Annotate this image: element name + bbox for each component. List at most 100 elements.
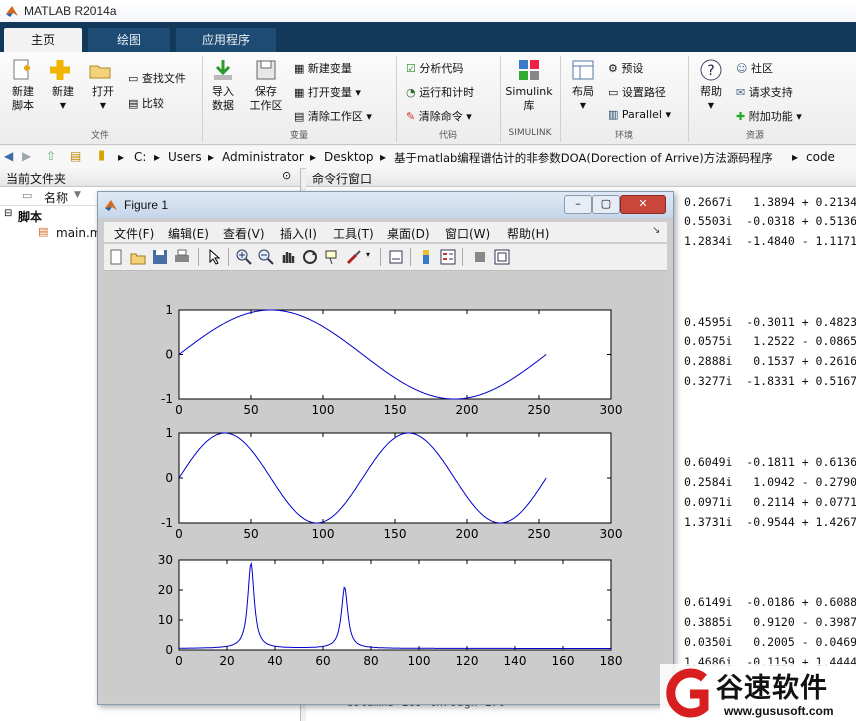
- axes-box: [178, 559, 612, 651]
- clear-commands-button[interactable]: ✎ 清除命令 ▾: [406, 108, 472, 124]
- x-tick-label: 300: [600, 527, 623, 541]
- plot-canvas[interactable]: 0 50 100 150 200 250 300-1010 50 100 150 200 250 300…: [104, 272, 667, 698]
- divider: [688, 56, 689, 142]
- set-path-button[interactable]: ▭ 设置路径: [608, 84, 666, 100]
- open-file-icon[interactable]: [130, 249, 146, 265]
- find-files-icon: ▭: [128, 72, 142, 85]
- path-segment-project[interactable]: 基于matlab编程谱估计的非参数DOA(Dorection of Arrive…: [394, 150, 773, 166]
- open-button[interactable]: 打开 ▼: [88, 58, 118, 113]
- print-icon[interactable]: [174, 249, 190, 265]
- new-figure-icon[interactable]: [108, 249, 124, 265]
- open-variable-label: 打开变量: [307, 86, 352, 99]
- brush-icon[interactable]: [346, 249, 362, 265]
- zoom-in-icon[interactable]: [236, 249, 252, 265]
- clear-commands-label: 清除命令: [418, 110, 463, 123]
- menu-help[interactable]: 帮助(H): [507, 225, 549, 242]
- compare-icon: ▤: [128, 97, 142, 110]
- path-segment-drive[interactable]: C:: [134, 150, 146, 164]
- tab-home[interactable]: 主页: [4, 28, 82, 52]
- link-plot-icon[interactable]: [388, 249, 404, 265]
- colorbar-icon[interactable]: [418, 249, 434, 265]
- save-icon[interactable]: [152, 249, 168, 265]
- open-variable-button[interactable]: ▦ 打开变量 ▾: [294, 84, 361, 100]
- path-segment-desktop[interactable]: Desktop: [324, 150, 374, 164]
- close-button[interactable]: ✕: [620, 195, 666, 214]
- hide-plot-tools-icon[interactable]: [472, 249, 488, 265]
- menu-window[interactable]: 窗口(W): [445, 225, 490, 242]
- run-and-time-button[interactable]: ◔ 运行和计时: [406, 84, 474, 100]
- find-files-button[interactable]: ▭ 查找文件: [128, 70, 186, 86]
- maximize-button[interactable]: ▢: [592, 195, 620, 214]
- data-cursor-icon[interactable]: [324, 249, 340, 265]
- divider: [560, 56, 561, 142]
- browse-folder-icon[interactable]: ▤: [70, 149, 81, 163]
- watermark-brand: 谷速软件: [716, 673, 828, 704]
- request-support-button[interactable]: ✉ 请求支持: [736, 84, 793, 100]
- path-separator: ▸: [118, 150, 125, 164]
- y-tick-label: 0: [165, 348, 173, 362]
- menu-tools[interactable]: 工具(T): [333, 225, 374, 242]
- figure-window[interactable]: Figure 1 – ▢ ✕ 文件(F) 编辑(E) 查看(V) 插入(I) 工…: [97, 191, 674, 705]
- x-tick-label: 80: [363, 654, 378, 668]
- compare-button[interactable]: ▤ 比较: [128, 95, 164, 111]
- toolbar-divider: [380, 248, 381, 266]
- y-tick-label: 30: [158, 553, 173, 567]
- figure-toolbar: ▾: [104, 244, 667, 271]
- new-variable-button[interactable]: ▦ 新建变量: [294, 60, 352, 76]
- rotate-3d-icon[interactable]: [302, 249, 318, 265]
- compare-label: 比较: [141, 97, 164, 110]
- simulink-library-button[interactable]: Simulink 库: [504, 58, 554, 113]
- back-arrow-icon[interactable]: ◀: [4, 149, 13, 163]
- forward-arrow-icon[interactable]: ▶: [22, 149, 31, 163]
- chevron-down-icon[interactable]: ▾: [366, 250, 370, 259]
- ribbon-tabs: 主页 绘图 应用程序: [0, 22, 856, 52]
- up-folder-icon[interactable]: ⇧: [46, 149, 56, 163]
- x-tick-label: 300: [600, 403, 623, 417]
- path-segment-code[interactable]: code: [806, 150, 835, 164]
- menu-view[interactable]: 查看(V): [223, 225, 265, 242]
- command-output-line: 1.3731i -0.9544 + 1.4267: [684, 515, 856, 529]
- clear-workspace-button[interactable]: ▤ 清除工作区 ▾: [294, 108, 372, 124]
- panel-menu-icon[interactable]: ⊙: [282, 169, 291, 182]
- dock-arrow-icon[interactable]: ↘: [652, 225, 660, 236]
- addons-button[interactable]: ✚ 附加功能 ▾: [736, 108, 802, 124]
- y-tick-label: 20: [158, 583, 173, 597]
- file-name: main.m: [56, 226, 102, 240]
- show-plot-tools-icon[interactable]: [494, 249, 510, 265]
- tab-apps[interactable]: 应用程序: [176, 28, 276, 52]
- open-label: 打开: [92, 85, 114, 98]
- pan-hand-icon[interactable]: [280, 249, 296, 265]
- path-segment-administrator[interactable]: Administrator: [222, 150, 304, 164]
- menu-file[interactable]: 文件(F): [114, 225, 154, 242]
- save-workspace-button[interactable]: 保存 工作区: [248, 58, 284, 113]
- help-button[interactable]: ? 帮助 ▼: [696, 58, 726, 113]
- menu-desktop[interactable]: 桌面(D): [387, 225, 430, 242]
- analyze-code-button[interactable]: ☑ 分析代码: [406, 60, 463, 76]
- tab-plots[interactable]: 绘图: [88, 28, 170, 52]
- new-button[interactable]: 新建 ▼: [48, 58, 78, 113]
- collapse-icon[interactable]: ⊟: [4, 208, 12, 219]
- parallel-label: Parallel: [621, 108, 662, 121]
- chevron-down-icon: ▾: [462, 110, 472, 123]
- app-title: MATLAB R2014a: [24, 4, 117, 18]
- chevron-down-icon: ▾: [661, 108, 672, 121]
- path-segment-users[interactable]: Users: [168, 150, 202, 164]
- import-data-button[interactable]: 导入 数据: [208, 58, 238, 113]
- close-icon: ✕: [638, 197, 648, 210]
- legend-icon[interactable]: [440, 249, 456, 265]
- chevron-down-icon: ▼: [707, 101, 715, 110]
- layout-button[interactable]: 布局 ▼: [568, 58, 598, 113]
- chevron-down-icon: ▾: [351, 86, 361, 99]
- pointer-icon[interactable]: [206, 249, 222, 265]
- preferences-button[interactable]: ⚙ 预设: [608, 60, 643, 76]
- menu-insert[interactable]: 插入(I): [280, 225, 317, 242]
- minimize-button[interactable]: –: [564, 195, 592, 214]
- new-script-button[interactable]: 新建 脚本: [8, 58, 38, 113]
- menu-edit[interactable]: 编辑(E): [168, 225, 209, 242]
- parallel-button[interactable]: ▥ Parallel ▾: [608, 108, 671, 121]
- zoom-out-icon[interactable]: [258, 249, 274, 265]
- figure-titlebar[interactable]: Figure 1 – ▢ ✕: [98, 192, 673, 218]
- community-button[interactable]: ☺ 社区: [736, 60, 773, 76]
- current-folder-header: 当前文件夹 ⊙: [0, 168, 300, 187]
- tree-group-label: 脚本: [18, 210, 43, 224]
